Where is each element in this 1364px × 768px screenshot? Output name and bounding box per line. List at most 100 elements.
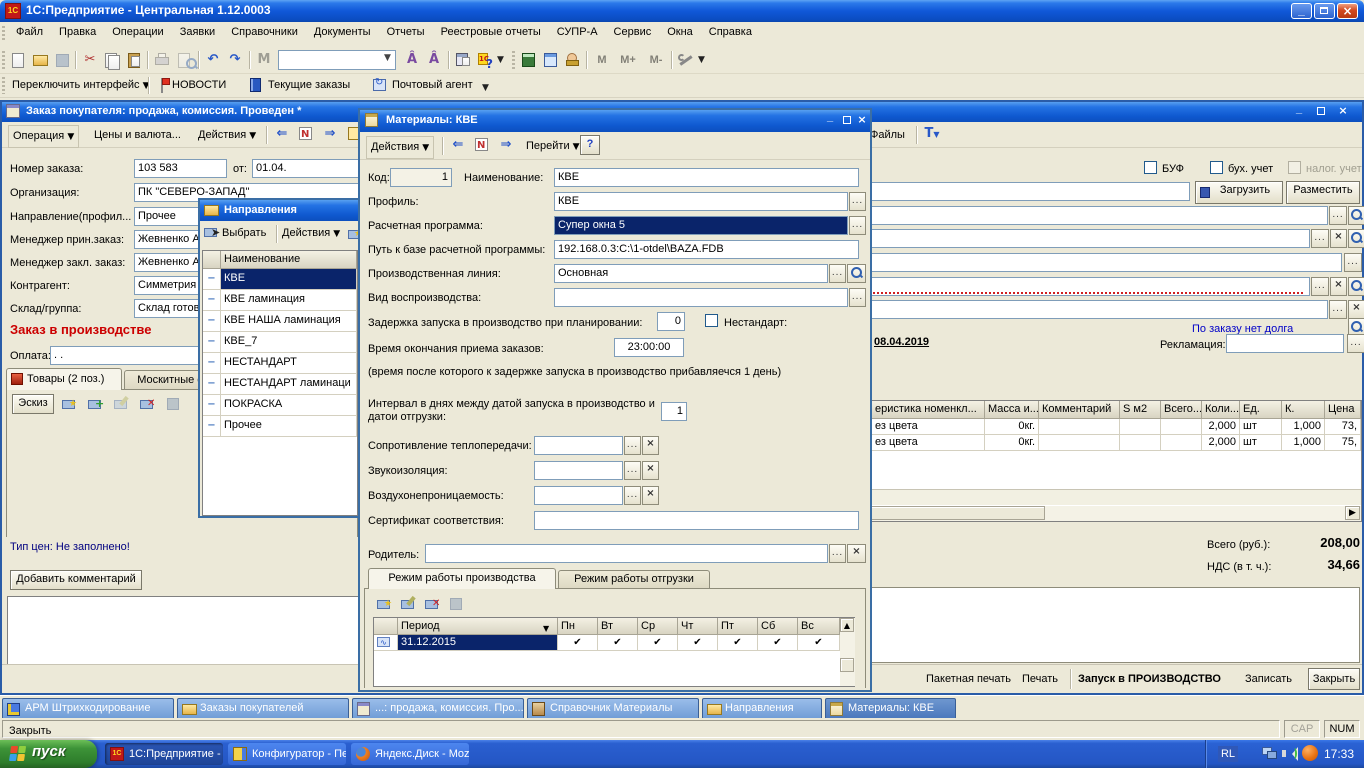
ref-4-ellipsis-button[interactable]: ... <box>1311 277 1329 296</box>
parent-input[interactable] <box>425 544 828 563</box>
prod-line-ellipsis-button[interactable]: ... <box>829 264 846 283</box>
directions-row[interactable]: −Прочее <box>203 416 357 437</box>
menu-requests[interactable]: Заявки <box>172 22 224 42</box>
materials-forward-icon[interactable]: ⇒ <box>496 135 516 155</box>
window-tab-orders[interactable]: Заказы покупателей <box>177 698 349 719</box>
order-prev-icon[interactable]: ⇐ <box>272 124 292 144</box>
menu-references[interactable]: Справочники <box>223 22 306 42</box>
h-scroll-right-icon[interactable]: ▶ <box>1345 506 1360 520</box>
cell-mass[interactable]: 0кг. <box>985 419 1039 435</box>
order-next-icon[interactable]: ⇒ <box>320 124 340 144</box>
window-tab-order-doc[interactable]: ...: продажа, комиссия. Про... <box>352 698 524 719</box>
schedule-day-thu[interactable]: ✔ <box>678 635 718 651</box>
cell-total[interactable] <box>1161 435 1202 451</box>
print-button[interactable]: Печать <box>1022 669 1058 689</box>
schedule-add-icon[interactable]: ★ <box>375 594 395 614</box>
cell-price[interactable]: 73, <box>1325 419 1361 435</box>
tools-icon[interactable] <box>676 50 696 70</box>
col-comment[interactable]: Комментарий <box>1039 401 1120 419</box>
cell-comment[interactable] <box>1039 435 1120 451</box>
current-orders-button[interactable]: Текущие заказы <box>268 75 350 95</box>
directions-name-col[interactable]: Наименование <box>221 251 357 269</box>
prod-line-search-button[interactable] <box>847 264 866 283</box>
order-restore-icon[interactable] <box>1312 104 1330 119</box>
tab-production-mode[interactable]: Режим работы производства <box>368 568 556 589</box>
order-close-icon[interactable]: × <box>1334 104 1352 119</box>
print-icon[interactable] <box>152 50 172 70</box>
add-row-icon[interactable]: ★ <box>60 394 80 414</box>
window-tab-materials[interactable]: Материалы: КВЕ <box>825 698 956 719</box>
memory-m-button[interactable]: М <box>591 50 613 70</box>
schedule-day-fri[interactable]: ✔ <box>718 635 758 651</box>
cut-icon[interactable]: ✂ <box>80 50 100 70</box>
calc-program-ellipsis-button[interactable]: ... <box>849 216 866 235</box>
reclamation-input[interactable] <box>1226 334 1344 353</box>
ref-1-search-button[interactable] <box>1348 206 1364 225</box>
materials-minimize-icon[interactable]: _ <box>822 113 838 128</box>
air-input[interactable] <box>534 486 623 505</box>
user-permissions-icon[interactable] <box>563 50 583 70</box>
place-button[interactable]: Разместить <box>1286 181 1360 204</box>
batch-print-button[interactable]: Пакетная печать <box>926 669 1011 689</box>
col-k[interactable]: К. <box>1282 401 1325 419</box>
heat-clear-button[interactable]: × <box>642 436 659 455</box>
calc-program-input[interactable]: Супер окна 5 <box>554 216 848 235</box>
schedule-sat-col[interactable]: Сб <box>758 618 798 635</box>
directions-row[interactable]: −КВЕ_7 <box>203 332 357 353</box>
switch-interface-button[interactable]: Переключить интерфейс ▼ <box>8 75 154 96</box>
paste-icon[interactable] <box>124 50 144 70</box>
menubar-grip[interactable] <box>2 26 5 42</box>
directions-row[interactable]: −КВЕ <box>203 269 357 290</box>
order-actions-button[interactable]: Действия ▼ <box>194 125 260 146</box>
cell-k[interactable]: 1,000 <box>1282 435 1325 451</box>
schedule-sun-col[interactable]: Вс <box>798 618 840 635</box>
schedule-period-col[interactable]: Период▼ <box>398 618 558 635</box>
reproduction-input[interactable] <box>554 288 848 307</box>
avast-tray-icon[interactable] <box>1302 745 1318 761</box>
goto-button[interactable]: Перейти ▼ <box>522 136 584 157</box>
base-path-input[interactable]: 192.168.0.3:C:\1-otdel\BAZA.FDB <box>554 240 859 259</box>
redo-icon[interactable]: ↷ <box>225 50 245 70</box>
cell-qty[interactable]: 2,000 <box>1202 419 1240 435</box>
v-scrollbar-thumb[interactable] <box>840 658 854 672</box>
tools-dropdown-icon[interactable]: ▼ <box>698 55 705 65</box>
find-prev-icon[interactable]: Â <box>424 50 444 70</box>
sound-input[interactable] <box>534 461 623 480</box>
prod-line-input[interactable]: Основная <box>554 264 828 283</box>
code-input[interactable]: 1 <box>390 168 452 187</box>
calculator-icon[interactable] <box>519 50 539 70</box>
delete-row-icon[interactable]: ✕ <box>138 394 158 414</box>
cell-mass[interactable]: 0кг. <box>985 435 1039 451</box>
reclamation-ellipsis-button[interactable]: ... <box>1347 334 1364 353</box>
toolbar-overflow-icon[interactable]: ▼ <box>482 83 489 93</box>
certificate-input[interactable] <box>534 511 859 530</box>
col-s-m2[interactable]: S м2 <box>1120 401 1161 419</box>
delay-input[interactable]: 0 <box>657 312 685 331</box>
name-input[interactable]: КВЕ <box>554 168 859 187</box>
materials-close-icon[interactable]: × <box>854 113 870 128</box>
schedule-day-wed[interactable]: ✔ <box>638 635 678 651</box>
ref-1-ellipsis-button[interactable]: ... <box>1329 206 1347 225</box>
window-tab-directions[interactable]: Направления <box>702 698 822 719</box>
menu-supr-a[interactable]: СУПР-А <box>549 22 606 42</box>
profile-ellipsis-button[interactable]: ... <box>849 192 866 211</box>
filter-icon[interactable]: Т▼ <box>922 124 942 144</box>
menu-documents[interactable]: Документы <box>306 22 379 42</box>
parent-ellipsis-button[interactable]: ... <box>829 544 846 563</box>
cell-k[interactable]: 1,000 <box>1282 419 1325 435</box>
col-qty[interactable]: Коли... <box>1202 401 1240 419</box>
from-date-input[interactable]: 01.04. <box>252 159 359 178</box>
language-indicator[interactable]: RL <box>1218 746 1238 762</box>
open-icon[interactable] <box>30 50 50 70</box>
ref-5-ellipsis-button[interactable]: ... <box>1329 300 1347 319</box>
materials-back-icon[interactable]: ⇐ <box>448 135 468 155</box>
menu-help[interactable]: Справка <box>701 22 760 42</box>
taskbar-task-1c[interactable]: 1С1С:Предприятие - Ц... <box>105 743 223 765</box>
schedule-post-icon[interactable] <box>447 594 467 614</box>
order-minimize-icon[interactable]: _ <box>1290 104 1308 119</box>
ref-5-clear-button[interactable]: × <box>1348 300 1364 319</box>
reproduction-ellipsis-button[interactable]: ... <box>849 288 866 307</box>
schedule-mon-col[interactable]: Пн <box>558 618 598 635</box>
start-button[interactable]: пуск <box>0 740 97 768</box>
edit-row-icon[interactable] <box>112 394 132 414</box>
